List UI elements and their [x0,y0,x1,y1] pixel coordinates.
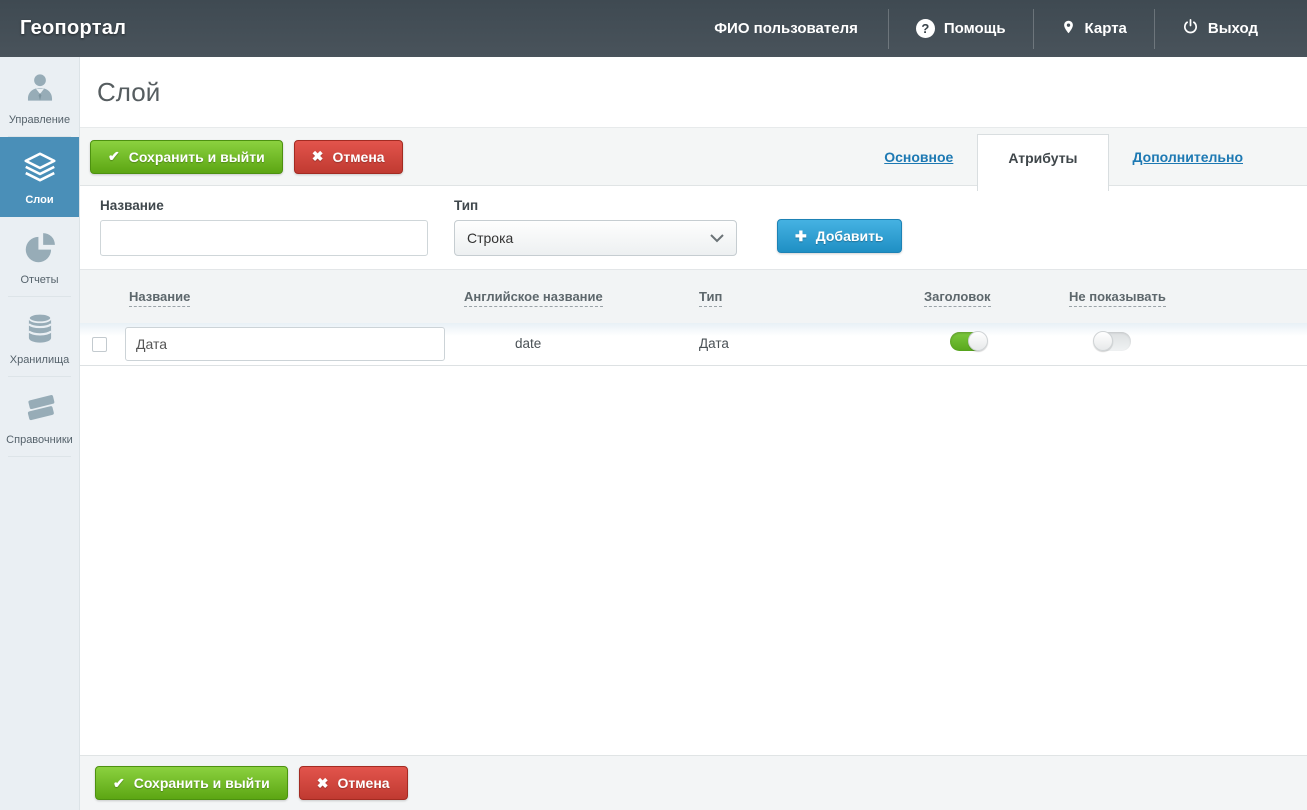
topbar: Геопортал ФИО пользователя ? Помощь Карт… [0,0,1307,57]
check-icon: ✔ [113,774,125,791]
plus-icon: ✚ [795,227,807,244]
sidebar-item-storages[interactable]: Хранилища [0,297,79,377]
map-label: Карта [1084,20,1127,37]
type-select[interactable]: Строка [454,220,737,256]
cancel-button-top[interactable]: ✖ Отмена [293,139,403,174]
tab-bar: Основное Атрибуты Дополнительно [860,128,1307,191]
sidebar-item-label: Отчеты [20,274,59,286]
add-attribute-button[interactable]: ✚ Добавить [777,219,902,253]
name-field-group: Название [100,198,428,256]
tab-attributes[interactable]: Атрибуты [977,134,1109,191]
close-icon: ✖ [311,148,324,164]
database-icon [3,309,76,347]
footer-toolbar: ✔ Сохранить и выйти ✖ Отмена [80,755,1307,810]
help-icon: ? [915,19,935,38]
help-label: Помощь [943,20,1006,37]
page-header: Слой [80,57,1307,128]
type-field-group: Тип Строка [454,198,737,256]
check-icon: ✔ [108,148,120,164]
app-logo: Геопортал [20,17,127,39]
logout-menu-item[interactable]: Выход [1153,8,1285,49]
hide-toggle[interactable] [1093,331,1131,351]
map-pin-icon [1061,18,1076,40]
sidebar-item-reports[interactable]: Отчеты [0,217,79,297]
column-header-hide[interactable]: Не показывать [1065,288,1307,307]
type-select-value: Строка [467,230,514,246]
power-icon [1182,18,1199,39]
help-menu-item[interactable]: ? Помощь [887,8,1033,49]
close-icon: ✖ [316,774,329,791]
header-toggle[interactable] [950,331,988,351]
sidebar-item-dictionaries[interactable]: Справочники [0,377,79,457]
toggle-knob [1093,331,1113,351]
cancel-button-bottom[interactable]: ✖ Отмена [298,766,408,800]
topbar-menu: ФИО пользователя ? Помощь Карта Выход [687,0,1285,57]
row-english-name: date [515,336,542,351]
attribute-form: Название Тип Строка ✚ Добавить [80,186,1307,270]
row-name-input[interactable] [125,327,445,361]
tab-main[interactable]: Основное [860,149,977,165]
name-input[interactable] [100,220,428,256]
save-exit-button-bottom[interactable]: ✔ Сохранить и выйти [95,766,288,800]
user-name[interactable]: ФИО пользователя [687,9,888,49]
toggle-knob [968,331,988,351]
app-window: Геопортал ФИО пользователя ? Помощь Карт… [0,0,1307,810]
chevron-down-icon [710,230,724,246]
logout-label: Выход [1207,20,1258,37]
table-row: date Дата [80,323,1307,366]
column-header-name[interactable]: Название [125,288,460,307]
layers-icon [3,149,76,187]
row-checkbox[interactable] [92,336,107,352]
tab-additional[interactable]: Дополнительно [1109,149,1267,165]
toolbar: ✔ Сохранить и выйти ✖ Отмена Основное Ат… [80,128,1307,191]
pie-chart-icon [3,229,76,267]
sidebar-item-label: Хранилища [9,354,70,366]
attributes-table-header: Название Английское название Тип Заголов… [80,270,1307,323]
type-field-label: Тип [454,198,479,213]
save-exit-button-top[interactable]: ✔ Сохранить и выйти [90,139,283,174]
sidebar-item-label: Управление [8,114,71,126]
page-title: Слой [97,76,161,107]
sidebar-item-management[interactable]: Управление [0,57,79,137]
row-type: Дата [699,336,729,351]
content-empty-area [80,366,1307,755]
sidebar: Управление Слои Отчеты Хранилища Справоч… [0,57,80,810]
map-menu-item[interactable]: Карта [1032,8,1154,49]
column-header-title[interactable]: Заголовок [920,288,1065,307]
user-icon [3,69,76,107]
books-icon [3,389,76,427]
sidebar-item-label: Справочники [6,434,73,446]
column-header-type[interactable]: Тип [695,288,920,307]
sidebar-item-layers[interactable]: Слои [0,137,79,217]
name-field-label: Название [100,198,164,213]
main-content: Слой ✔ Сохранить и выйти ✖ Отмена Основн… [80,57,1307,810]
sidebar-item-label: Слои [25,194,54,206]
column-header-english-name[interactable]: Английское название [460,288,695,307]
